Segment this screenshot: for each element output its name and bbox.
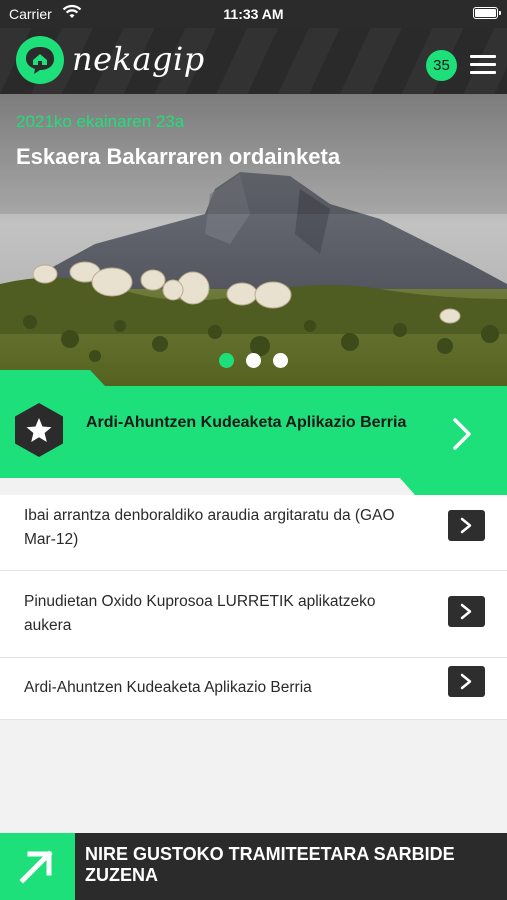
- hero-carousel[interactable]: 2021ko ekainaren 23a Eskaera Bakarraren …: [0, 94, 507, 386]
- chevron-right-icon[interactable]: [448, 510, 485, 541]
- chevron-right-icon[interactable]: [448, 596, 485, 627]
- news-item-text[interactable]: Ibai arrantza denboraldiko araudia argit…: [24, 504, 424, 552]
- star-icon: [14, 402, 64, 463]
- clock: 11:33 AM: [223, 6, 284, 22]
- carousel-dot-1[interactable]: [219, 353, 234, 368]
- news-item-text[interactable]: Ardi-Ahuntzen Kudeaketa Aplikazio Berria: [24, 676, 424, 700]
- carousel-dot-2[interactable]: [246, 353, 261, 368]
- news-item-text[interactable]: Pinudietan Oxido Kuprosoa LURRETIK aplik…: [24, 590, 424, 638]
- favorites-shortcut-bar[interactable]: NIRE GUSTOKO TRAMITEETARA SARBIDE ZUZENA: [0, 833, 507, 900]
- hero-image: [0, 94, 507, 386]
- status-bar: Carrier 11:33 AM: [0, 0, 507, 28]
- favorites-shortcut-label[interactable]: NIRE GUSTOKO TRAMITEETARA SARBIDE ZUZENA: [85, 844, 485, 886]
- menu-icon[interactable]: [470, 54, 496, 74]
- battery-icon: [473, 7, 501, 19]
- app-header: nekagip 35: [0, 28, 507, 94]
- news-list: Ibai arrantza denboraldiko araudia argit…: [0, 495, 507, 720]
- home-chat-icon[interactable]: [16, 36, 64, 84]
- news-date: 2021ko ekainaren 23a: [16, 112, 185, 131]
- chevron-right-icon[interactable]: [452, 418, 472, 455]
- list-item[interactable]: Ardi-Ahuntzen Kudeaketa Aplikazio Berria: [0, 658, 507, 720]
- list-item[interactable]: Pinudietan Oxido Kuprosoa LURRETIK aplik…: [0, 571, 507, 658]
- chevron-right-icon[interactable]: [448, 666, 485, 697]
- carousel-dot-3[interactable]: [273, 353, 288, 368]
- list-item[interactable]: Ibai arrantza denboraldiko araudia argit…: [0, 495, 507, 571]
- notification-badge[interactable]: 35: [426, 50, 457, 81]
- app-logo-text: nekagip: [72, 40, 205, 78]
- hero-title[interactable]: Eskaera Bakarraren ordainketa: [16, 144, 340, 170]
- featured-item[interactable]: Ardi-Ahuntzen Kudeaketa Aplikazio Berria: [0, 370, 507, 495]
- featured-title[interactable]: Ardi-Ahuntzen Kudeaketa Aplikazio Berria: [86, 412, 416, 433]
- arrow-up-right-icon[interactable]: [0, 833, 75, 900]
